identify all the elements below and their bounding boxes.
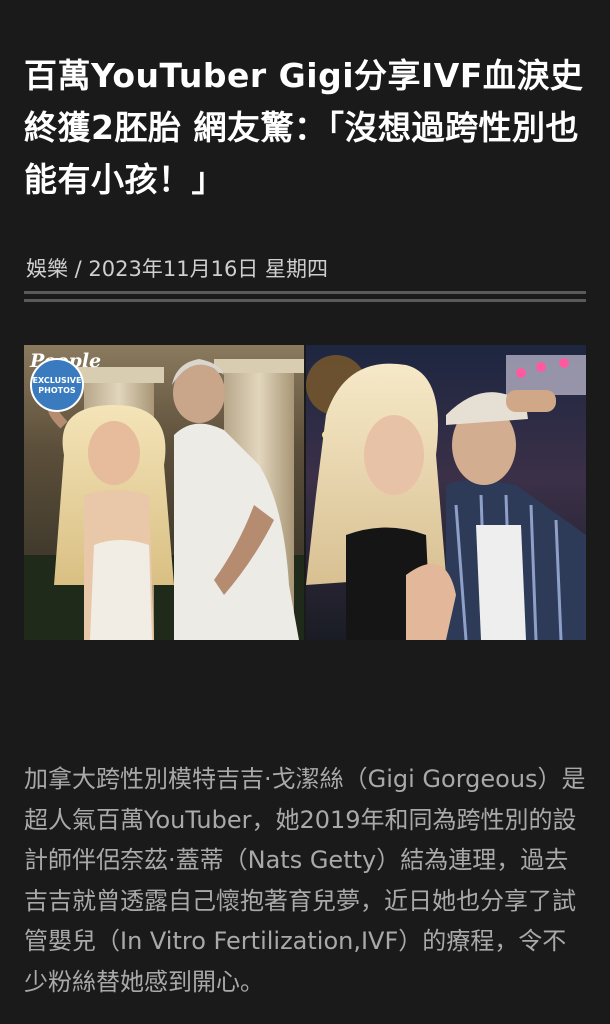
exclusive-badge-icon [30,358,84,412]
meta-divider-bottom [24,299,586,302]
article-title: 百萬YouTuber Gigi分享IVF血淚史終獲2胚胎 網友驚：「沒想過跨性別… [24,56,584,200]
article-photo-left[interactable]: People EXCLUSIVE PHOTOS [24,345,304,640]
svg-text:PHOTOS: PHOTOS [38,386,76,395]
meta-divider-top [24,291,586,294]
svg-text:EXCLUSIVE: EXCLUSIVE [33,376,82,385]
article-photo-right[interactable] [306,345,586,640]
article-body: 加拿大跨性別模特吉吉·戈潔絲（Gigi Gorgeous）是超人氣百萬YouTu… [24,765,586,996]
article-meta: 娛樂 / 2023年11月16日 星期四 [26,257,328,281]
